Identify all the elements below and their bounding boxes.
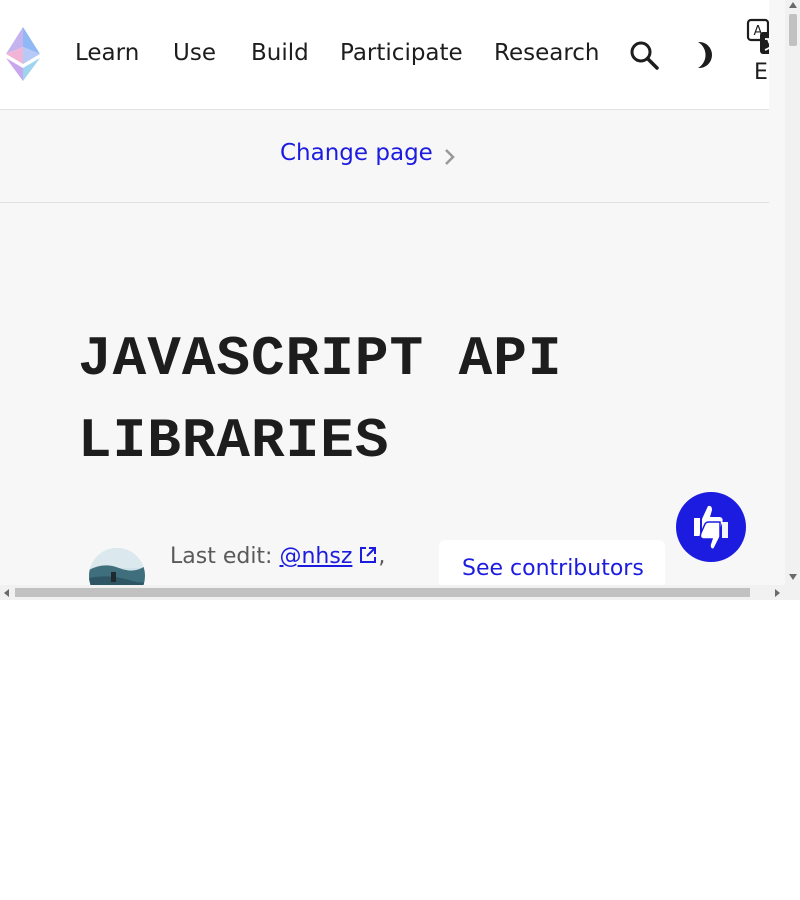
last-edit: Last edit: @nhsz , — [170, 544, 385, 569]
horizontal-scroll-thumb[interactable] — [15, 588, 750, 597]
feedback-button[interactable] — [676, 492, 746, 562]
nav-research[interactable]: Research — [494, 38, 600, 68]
scroll-down-arrow[interactable] — [789, 574, 797, 580]
scroll-right-arrow[interactable] — [775, 589, 780, 597]
avatar[interactable] — [89, 548, 145, 585]
see-contributors-label: See contributors — [462, 556, 644, 581]
page-content: Learn Use Build Participate Research A E… — [0, 0, 769, 585]
change-page-bar: Change page — [0, 110, 769, 203]
scroll-up-arrow[interactable] — [789, 2, 797, 8]
avatar-image — [89, 548, 145, 585]
nav-build[interactable]: Build — [251, 38, 309, 68]
dark-mode-icon[interactable] — [692, 40, 718, 70]
scroll-left-arrow[interactable] — [4, 589, 9, 597]
nav-participate[interactable]: Participate — [340, 38, 463, 68]
vertical-scroll-thumb[interactable] — [789, 14, 797, 46]
last-edit-label: Last edit: — [170, 544, 273, 569]
ethereum-logo[interactable] — [5, 27, 41, 81]
external-link-icon[interactable] — [358, 545, 378, 565]
horizontal-scrollbar[interactable] — [0, 585, 800, 600]
change-page-button[interactable]: Change page — [280, 140, 433, 166]
language-code: EN — [754, 60, 769, 85]
vertical-scrollbar[interactable] — [785, 0, 800, 585]
thumbs-up-down-icon — [694, 505, 728, 550]
nav-learn[interactable]: Learn — [75, 38, 139, 68]
see-contributors-button[interactable]: See contributors — [439, 540, 665, 585]
comma: , — [378, 544, 386, 569]
search-icon[interactable] — [629, 40, 659, 70]
browser-viewport: Learn Use Build Participate Research A E… — [0, 0, 800, 600]
chevron-right-icon — [445, 149, 455, 165]
top-navigation: Learn Use Build Participate Research A E — [0, 0, 769, 110]
nav-use[interactable]: Use — [173, 38, 216, 68]
page-title: JAVASCRIPT API LIBRARIES — [78, 327, 563, 473]
translate-icon: A — [746, 18, 769, 54]
language-picker[interactable]: A EN — [744, 18, 769, 90]
author-link[interactable]: @nhsz — [279, 544, 352, 569]
